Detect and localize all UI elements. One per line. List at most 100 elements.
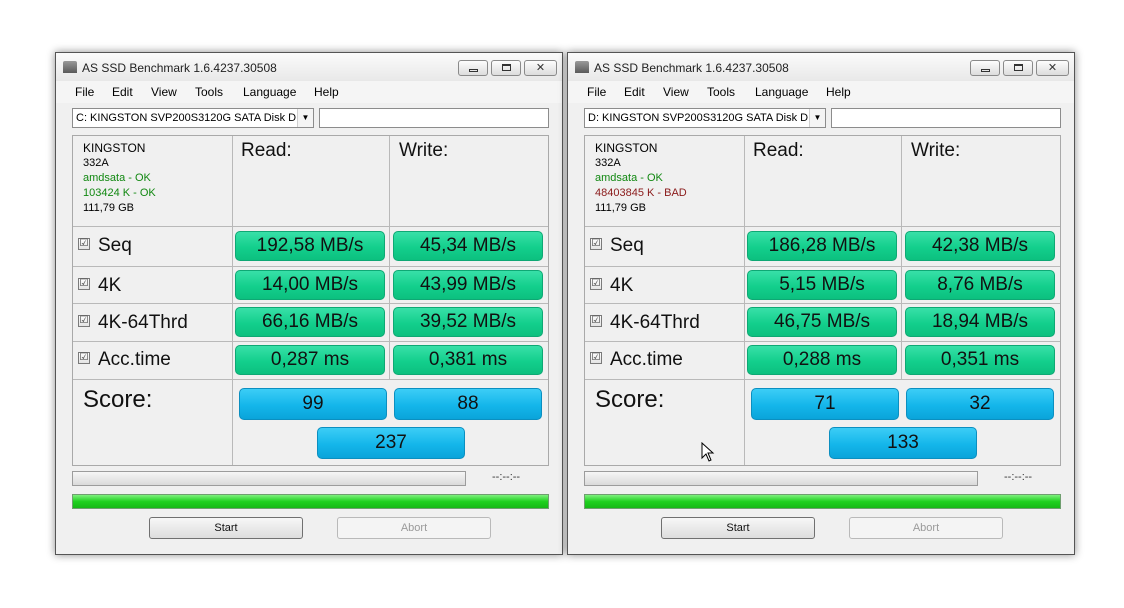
- row-4k-64thrd[interactable]: ☑ 4K-64Thrd: [590, 312, 700, 334]
- drive-info: KINGSTON 332A amdsata - OK 48403845 K - …: [595, 141, 687, 216]
- drive-size: 111,79 GB: [83, 202, 134, 214]
- menu-tools[interactable]: Tools: [195, 85, 223, 99]
- 4k-64thrd-read-value: 46,75 MB/s: [747, 307, 897, 337]
- title-bar[interactable]: AS SSD Benchmark 1.6.4237.30508 ✕: [56, 53, 562, 81]
- maximize-icon: [501, 64, 511, 71]
- status-bar: [584, 494, 1061, 509]
- read-score: 71: [751, 388, 899, 420]
- menu-edit[interactable]: Edit: [624, 85, 645, 99]
- path-input[interactable]: [831, 108, 1061, 128]
- close-button[interactable]: ✕: [1036, 60, 1069, 76]
- maximize-button[interactable]: [1003, 60, 1033, 76]
- chevron-down-icon[interactable]: ▼: [297, 109, 313, 127]
- total-score: 237: [317, 427, 465, 459]
- menu-bar: File Edit View Tools Language Help: [568, 81, 1074, 103]
- menu-view[interactable]: View: [663, 85, 689, 99]
- checkbox-icon[interactable]: ☑: [590, 237, 602, 250]
- total-score: 133: [829, 427, 977, 459]
- driver-status: amdsata - OK: [83, 172, 151, 184]
- maximize-button[interactable]: [491, 60, 521, 76]
- read-header: Read:: [241, 140, 292, 161]
- start-button[interactable]: Start: [661, 517, 815, 539]
- title-bar[interactable]: AS SSD Benchmark 1.6.4237.30508 ✕: [568, 53, 1074, 81]
- drive-name: KINGSTON: [83, 141, 146, 155]
- close-button[interactable]: ✕: [524, 60, 557, 76]
- write-header: Write:: [399, 140, 449, 161]
- menu-edit[interactable]: Edit: [112, 85, 133, 99]
- abort-button[interactable]: Abort: [337, 517, 491, 539]
- seq-write-value: 45,34 MB/s: [393, 231, 543, 261]
- progress-bar: [584, 471, 978, 486]
- score-label: Score:: [83, 386, 153, 413]
- checkbox-icon[interactable]: ☑: [590, 351, 602, 364]
- start-button[interactable]: Start: [149, 517, 303, 539]
- write-score: 88: [394, 388, 542, 420]
- drive-info: KINGSTON 332A amdsata - OK 103424 K - OK…: [83, 141, 156, 216]
- drive-select[interactable]: C: KINGSTON SVP200S3120G SATA Disk D ▼: [72, 108, 314, 128]
- row-4k-64thrd[interactable]: ☑ 4K-64Thrd: [78, 312, 188, 334]
- menu-language[interactable]: Language: [243, 85, 296, 99]
- alignment-status: 103424 K - OK: [83, 187, 156, 199]
- row-acc-time[interactable]: ☑ Acc.time: [78, 349, 171, 371]
- checkbox-icon[interactable]: ☑: [590, 314, 602, 327]
- drive-name: KINGSTON: [595, 141, 658, 155]
- minimize-icon: [468, 69, 478, 72]
- checkbox-icon[interactable]: ☑: [78, 237, 90, 250]
- mouse-cursor-icon: [701, 442, 715, 462]
- 4k-64thrd-read-value: 66,16 MB/s: [235, 307, 385, 337]
- score-label: Score:: [595, 386, 665, 413]
- checkbox-icon[interactable]: ☑: [78, 351, 90, 364]
- progress-bar: [72, 471, 466, 486]
- acc-time-write-value: 0,381 ms: [393, 345, 543, 375]
- write-header: Write:: [911, 140, 961, 161]
- maximize-icon: [1013, 64, 1023, 71]
- status-bar: [72, 494, 549, 509]
- row-4k[interactable]: ☑ 4K: [78, 275, 121, 297]
- row-acc-time[interactable]: ☑ Acc.time: [590, 349, 683, 371]
- drive-select-value: C: KINGSTON SVP200S3120G SATA Disk D: [76, 112, 297, 124]
- read-header: Read:: [753, 140, 804, 161]
- acc-time-read-value: 0,288 ms: [747, 345, 897, 375]
- menu-file[interactable]: File: [75, 85, 94, 99]
- row-seq[interactable]: ☑ Seq: [78, 235, 132, 257]
- checkbox-icon[interactable]: ☑: [78, 277, 90, 290]
- menu-file[interactable]: File: [587, 85, 606, 99]
- drive-select[interactable]: D: KINGSTON SVP200S3120G SATA Disk D ▼: [584, 108, 826, 128]
- menu-tools[interactable]: Tools: [707, 85, 735, 99]
- window-title: AS SSD Benchmark 1.6.4237.30508: [594, 61, 789, 75]
- 4k-write-value: 8,76 MB/s: [905, 270, 1055, 300]
- write-score: 32: [906, 388, 1054, 420]
- drive-size: 111,79 GB: [595, 202, 646, 214]
- seq-read-value: 186,28 MB/s: [747, 231, 897, 261]
- window-title: AS SSD Benchmark 1.6.4237.30508: [82, 61, 277, 75]
- menu-language[interactable]: Language: [755, 85, 808, 99]
- 4k-64thrd-write-value: 39,52 MB/s: [393, 307, 543, 337]
- chevron-down-icon[interactable]: ▼: [809, 109, 825, 127]
- seq-write-value: 42,38 MB/s: [905, 231, 1055, 261]
- minimize-icon: [980, 69, 990, 72]
- row-seq[interactable]: ☑ Seq: [590, 235, 644, 257]
- results-panel: KINGSTON 332A amdsata - OK 48403845 K - …: [584, 135, 1061, 466]
- acc-time-write-value: 0,351 ms: [905, 345, 1055, 375]
- driver-status: amdsata - OK: [595, 172, 663, 184]
- menu-help[interactable]: Help: [826, 85, 851, 99]
- menu-bar: File Edit View Tools Language Help: [56, 81, 562, 103]
- drive-firmware: 332A: [83, 157, 109, 169]
- elapsed-time: --:--:--: [1004, 471, 1033, 483]
- path-input[interactable]: [319, 108, 549, 128]
- menu-help[interactable]: Help: [314, 85, 339, 99]
- app-icon: [63, 61, 77, 73]
- drive-select-value: D: KINGSTON SVP200S3120G SATA Disk D: [588, 112, 809, 124]
- 4k-read-value: 14,00 MB/s: [235, 270, 385, 300]
- close-icon: ✕: [1047, 62, 1058, 74]
- menu-view[interactable]: View: [151, 85, 177, 99]
- minimize-button[interactable]: [458, 60, 488, 76]
- checkbox-icon[interactable]: ☑: [78, 314, 90, 327]
- 4k-write-value: 43,99 MB/s: [393, 270, 543, 300]
- results-panel: KINGSTON 332A amdsata - OK 103424 K - OK…: [72, 135, 549, 466]
- checkbox-icon[interactable]: ☑: [590, 277, 602, 290]
- abort-button[interactable]: Abort: [849, 517, 1003, 539]
- close-icon: ✕: [535, 62, 546, 74]
- row-4k[interactable]: ☑ 4K: [590, 275, 633, 297]
- minimize-button[interactable]: [970, 60, 1000, 76]
